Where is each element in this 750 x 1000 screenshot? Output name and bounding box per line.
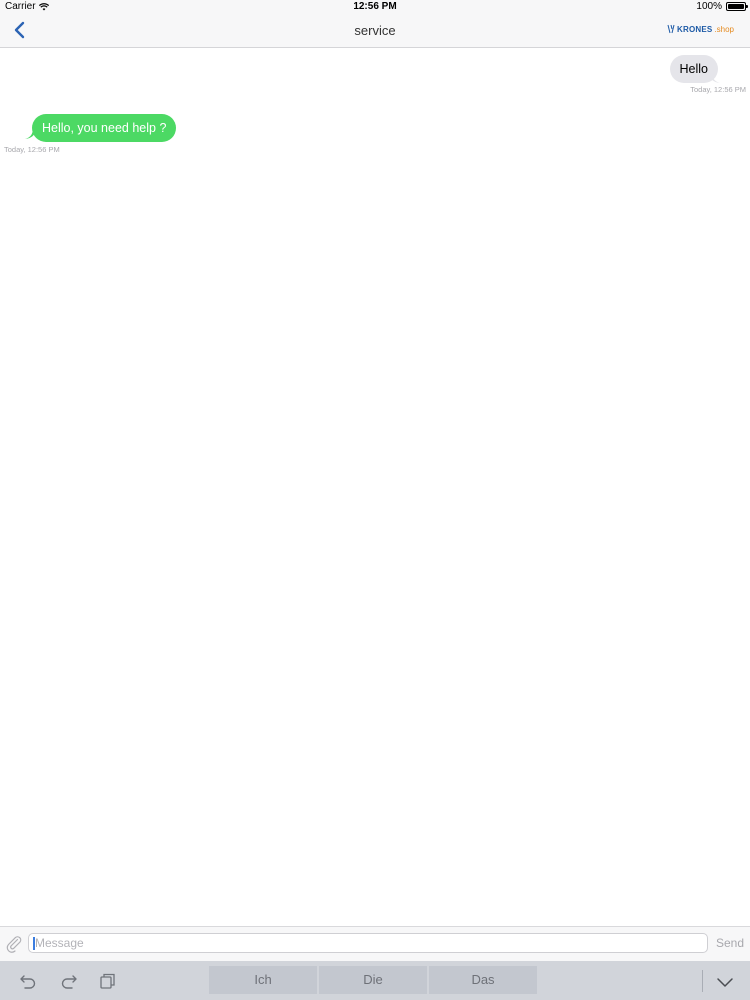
page-title: service	[354, 23, 396, 38]
undo-icon[interactable]	[19, 972, 39, 990]
bubble-tail-incoming	[25, 128, 37, 139]
toolbar-divider	[702, 970, 703, 992]
text-caret	[33, 937, 35, 950]
battery-percent: 100%	[696, 1, 722, 12]
status-bar: Carrier 12:56 PM 100%	[0, 0, 750, 14]
suggestion-2[interactable]: Die	[319, 966, 427, 994]
suggestion-1[interactable]: Ich	[209, 966, 317, 994]
message-timestamp-outgoing: Today, 12:56 PM	[690, 85, 746, 94]
battery-group: 100%	[696, 1, 748, 12]
message-bubble-incoming: Hello, you need help ?	[32, 114, 177, 142]
composer-bar: Send	[0, 926, 750, 961]
krones-shop-logo: KRONES .shop	[667, 24, 734, 34]
bubble-tail-outgoing	[708, 72, 720, 83]
nav-bar: service KRONES .shop	[0, 14, 750, 48]
logo-brand: KRONES	[676, 24, 713, 34]
dismiss-keyboard-icon[interactable]	[715, 974, 735, 992]
status-time: 12:56 PM	[353, 1, 397, 12]
suggestion-3[interactable]: Das	[429, 966, 537, 994]
logo-suffix: .shop	[714, 24, 734, 34]
keyboard-shortcut-bar: Ich Die Das	[0, 961, 750, 1000]
krones-logo-icon	[667, 24, 675, 34]
message-input[interactable]	[28, 933, 708, 953]
redo-icon[interactable]	[58, 972, 78, 990]
send-button[interactable]: Send	[716, 936, 744, 950]
paperclip-icon[interactable]	[5, 935, 23, 953]
battery-icon	[726, 2, 748, 11]
paste-icon[interactable]	[98, 972, 118, 990]
message-timestamp-incoming: Today, 12:56 PM	[4, 145, 60, 154]
